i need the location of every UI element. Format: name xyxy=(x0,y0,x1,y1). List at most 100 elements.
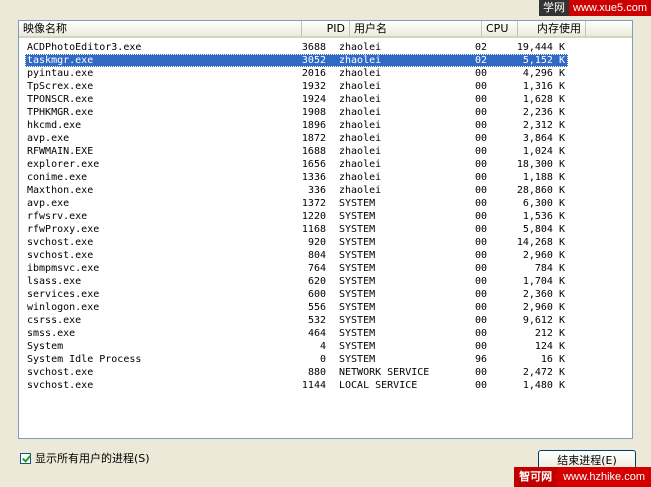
process-name-cell: svchost.exe xyxy=(27,380,94,391)
process-name-cell: explorer.exe xyxy=(27,159,100,170)
process-pid-cell: 1336 xyxy=(301,172,326,183)
process-user-cell: LOCAL SERVICE xyxy=(339,380,418,391)
column-header-cpu[interactable]: CPU xyxy=(482,21,518,38)
table-row[interactable]: rfwsrv.exe 1220 SYSTEM 00 1,536 K xyxy=(19,210,632,223)
table-row[interactable]: System Idle Process 0 SYSTEM 96 16 K xyxy=(19,353,632,366)
process-cpu-cell: 00 xyxy=(475,380,488,391)
process-pid-cell: 464 xyxy=(307,328,326,339)
column-header-user[interactable]: 用户名 xyxy=(350,21,482,38)
process-cpu-cell: 00 xyxy=(475,146,488,157)
process-mem-cell: 124 K xyxy=(534,341,565,352)
process-pid-cell: 2016 xyxy=(301,68,326,79)
process-pid-cell: 620 xyxy=(307,276,326,287)
process-name-cell: services.exe xyxy=(27,289,100,300)
table-row[interactable]: svchost.exe 804 SYSTEM 00 2,960 K xyxy=(19,249,632,262)
process-pid-cell: 764 xyxy=(307,263,326,274)
process-rows: ACDPhotoEditor3.exe 3688 zhaolei 02 19,444 K… xyxy=(19,41,632,392)
process-cpu-cell: 00 xyxy=(475,185,488,196)
show-all-users-label: 显示所有用户的进程(S) xyxy=(35,452,150,465)
process-user-cell: zhaolei xyxy=(339,185,382,196)
process-pid-cell: 1924 xyxy=(301,94,326,105)
process-mem-cell: 1,316 K xyxy=(522,81,565,92)
table-row[interactable]: RFWMAIN.EXE 1688 zhaolei 00 1,024 K xyxy=(19,145,632,158)
column-header-mem[interactable]: 内存使用 xyxy=(518,21,586,38)
column-header-pid[interactable]: PID xyxy=(302,21,350,38)
watermark-top-a: 学网 xyxy=(539,0,570,16)
process-mem-cell: 1,628 K xyxy=(522,94,565,105)
process-user-cell: zhaolei xyxy=(339,120,382,131)
table-row[interactable]: System 4 SYSTEM 00 124 K xyxy=(19,340,632,353)
process-cpu-cell: 00 xyxy=(475,107,488,118)
process-pid-cell: 3688 xyxy=(301,42,326,53)
column-header-name[interactable]: 映像名称 xyxy=(19,21,302,38)
process-pid-cell: 1220 xyxy=(301,211,326,222)
process-mem-cell: 14,268 K xyxy=(516,237,565,248)
process-mem-cell: 9,612 K xyxy=(522,315,565,326)
process-name-cell: conime.exe xyxy=(27,172,88,183)
table-row[interactable]: svchost.exe 1144 LOCAL SERVICE 00 1,480 K xyxy=(19,379,632,392)
process-name-cell: System xyxy=(27,341,64,352)
process-cpu-cell: 00 xyxy=(475,120,488,131)
table-row[interactable]: hkcmd.exe 1896 zhaolei 00 2,312 K xyxy=(19,119,632,132)
process-mem-cell: 3,864 K xyxy=(522,133,565,144)
process-name-cell: hkcmd.exe xyxy=(27,120,82,131)
process-name-cell: ACDPhotoEditor3.exe xyxy=(27,42,142,53)
table-row[interactable]: TpScrex.exe 1932 zhaolei 00 1,316 K xyxy=(19,80,632,93)
table-row[interactable]: Maxthon.exe 336 zhaolei 00 28,860 K xyxy=(19,184,632,197)
table-row[interactable]: pyintau.exe 2016 zhaolei 00 4,296 K xyxy=(19,67,632,80)
process-user-cell: zhaolei xyxy=(339,107,382,118)
process-name-cell: smss.exe xyxy=(27,328,76,339)
table-row[interactable]: svchost.exe 920 SYSTEM 00 14,268 K xyxy=(19,236,632,249)
process-cpu-cell: 00 xyxy=(475,94,488,105)
show-all-users-checkbox-group[interactable]: 显示所有用户的进程(S) xyxy=(20,450,150,466)
process-cpu-cell: 00 xyxy=(475,159,488,170)
watermark-bottom: 智可网 www.hzhike.com xyxy=(514,467,651,487)
table-row[interactable]: explorer.exe 1656 zhaolei 00 18,300 K xyxy=(19,158,632,171)
process-pid-cell: 920 xyxy=(307,237,326,248)
process-user-cell: zhaolei xyxy=(339,42,382,53)
process-name-cell: System Idle Process xyxy=(27,354,142,365)
table-row[interactable]: svchost.exe 880 NETWORK SERVICE 00 2,472 K xyxy=(19,366,632,379)
process-list[interactable]: 映像名称 PID 用户名 CPU 内存使用 ACDPhotoEditor3.ex… xyxy=(18,20,633,439)
process-pid-cell: 556 xyxy=(307,302,326,313)
process-pid-cell: 1168 xyxy=(301,224,326,235)
process-name-cell: svchost.exe xyxy=(27,367,94,378)
table-row[interactable]: ACDPhotoEditor3.exe 3688 zhaolei 02 19,444 K xyxy=(19,41,632,54)
process-cpu-cell: 00 xyxy=(475,172,488,183)
table-row[interactable]: ibmpmsvc.exe 764 SYSTEM 00 784 K xyxy=(19,262,632,275)
table-row[interactable]: avp.exe 1372 SYSTEM 00 6,300 K xyxy=(19,197,632,210)
process-cpu-cell: 02 xyxy=(475,42,488,53)
process-name-cell: lsass.exe xyxy=(27,276,82,287)
watermark-top-b: www.xue5.com xyxy=(569,0,651,16)
show-all-users-checkbox[interactable] xyxy=(20,452,31,464)
table-row[interactable]: TPONSCR.exe 1924 zhaolei 00 1,628 K xyxy=(19,93,632,106)
process-cpu-cell: 00 xyxy=(475,263,488,274)
process-name-cell: Maxthon.exe xyxy=(27,185,94,196)
process-mem-cell: 2,312 K xyxy=(522,120,565,131)
process-name-cell: avp.exe xyxy=(27,133,70,144)
table-row[interactable]: winlogon.exe 556 SYSTEM 00 2,960 K xyxy=(19,301,632,314)
table-row[interactable]: TPHKMGR.exe 1908 zhaolei 00 2,236 K xyxy=(19,106,632,119)
process-mem-cell: 1,704 K xyxy=(522,276,565,287)
process-pid-cell: 1896 xyxy=(301,120,326,131)
process-name-cell: svchost.exe xyxy=(27,250,94,261)
process-mem-cell: 2,960 K xyxy=(522,250,565,261)
process-user-cell: SYSTEM xyxy=(339,315,376,326)
table-row[interactable]: services.exe 600 SYSTEM 00 2,360 K xyxy=(19,288,632,301)
process-name-cell: winlogon.exe xyxy=(27,302,100,313)
table-row[interactable]: smss.exe 464 SYSTEM 00 212 K xyxy=(19,327,632,340)
table-row[interactable]: csrss.exe 532 SYSTEM 00 9,612 K xyxy=(19,314,632,327)
process-cpu-cell: 00 xyxy=(475,250,488,261)
table-row[interactable]: lsass.exe 620 SYSTEM 00 1,704 K xyxy=(19,275,632,288)
process-pid-cell: 0 xyxy=(319,354,326,365)
process-cpu-cell: 00 xyxy=(475,81,488,92)
table-row[interactable]: taskmgr.exe 3052 zhaolei 02 5,152 K xyxy=(19,54,632,67)
table-row[interactable]: rfwProxy.exe 1168 SYSTEM 00 5,804 K xyxy=(19,223,632,236)
process-mem-cell: 2,960 K xyxy=(522,302,565,313)
process-name-cell: taskmgr.exe xyxy=(27,55,94,66)
process-pid-cell: 1656 xyxy=(301,159,326,170)
table-row[interactable]: conime.exe 1336 zhaolei 00 1,188 K xyxy=(19,171,632,184)
process-pid-cell: 532 xyxy=(307,315,326,326)
table-row[interactable]: avp.exe 1872 zhaolei 00 3,864 K xyxy=(19,132,632,145)
process-cpu-cell: 00 xyxy=(475,289,488,300)
